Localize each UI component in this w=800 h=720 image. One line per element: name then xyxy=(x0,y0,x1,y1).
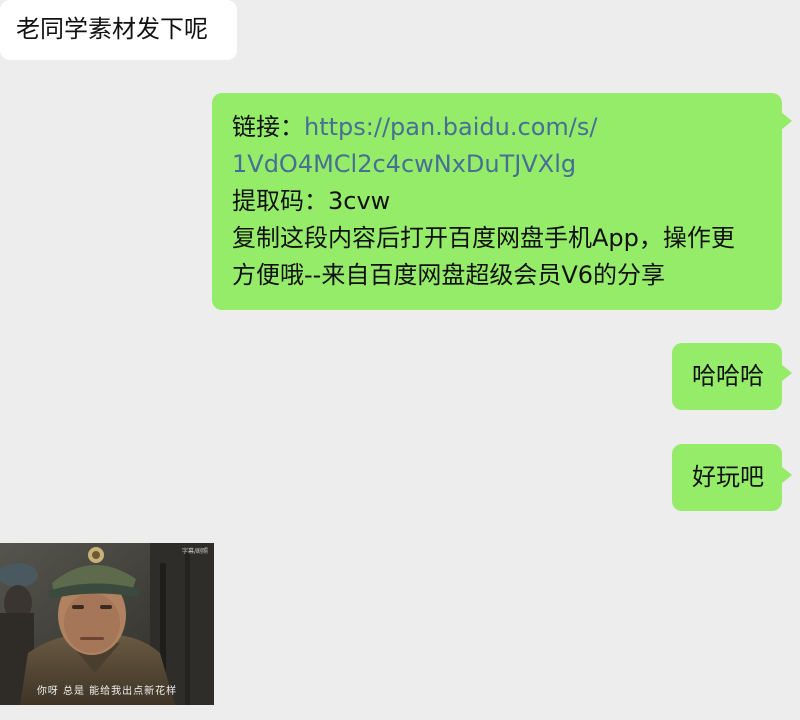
image-watermark: 字幕/剧照 xyxy=(181,548,208,555)
movie-still-image xyxy=(0,543,214,705)
bubble-tail xyxy=(781,466,792,484)
share-link-part-1[interactable]: https://pan.baidu.com/s/ xyxy=(304,113,597,141)
outgoing-message-bubble[interactable]: 好玩吧 xyxy=(672,444,782,511)
bubble-tail xyxy=(781,112,792,130)
bubble-tail xyxy=(781,364,792,382)
incoming-message-bubble[interactable]: 老同学素材发下呢 xyxy=(0,0,237,60)
image-subtitle: 你呀 总是 能给我出点新花样 xyxy=(36,686,178,697)
share-description-line-2: 方便哦--来自百度网盘超级会员V6的分享 xyxy=(232,261,666,289)
outgoing-share-message-bubble[interactable]: 链接：https://pan.baidu.com/s/ 1VdO4MCl2c4c… xyxy=(212,93,782,310)
link-line-1: 链接：https://pan.baidu.com/s/ xyxy=(232,109,762,146)
message-text: 好玩吧 xyxy=(692,463,764,491)
share-link-part-2[interactable]: 1VdO4MCl2c4cwNxDuTJVXlg xyxy=(232,146,762,183)
link-label: 链接： xyxy=(232,113,304,141)
message-text: 老同学素材发下呢 xyxy=(16,15,208,43)
message-text: 哈哈哈 xyxy=(692,362,764,390)
incoming-image-message[interactable]: 字幕/剧照 你呀 总是 能给我出点新花样 xyxy=(0,543,214,705)
outgoing-message-bubble[interactable]: 哈哈哈 xyxy=(672,343,782,410)
share-description-line-1: 复制这段内容后打开百度网盘手机App，操作更 xyxy=(232,224,735,252)
extraction-code-line: 提取码：3cvw xyxy=(232,187,391,215)
